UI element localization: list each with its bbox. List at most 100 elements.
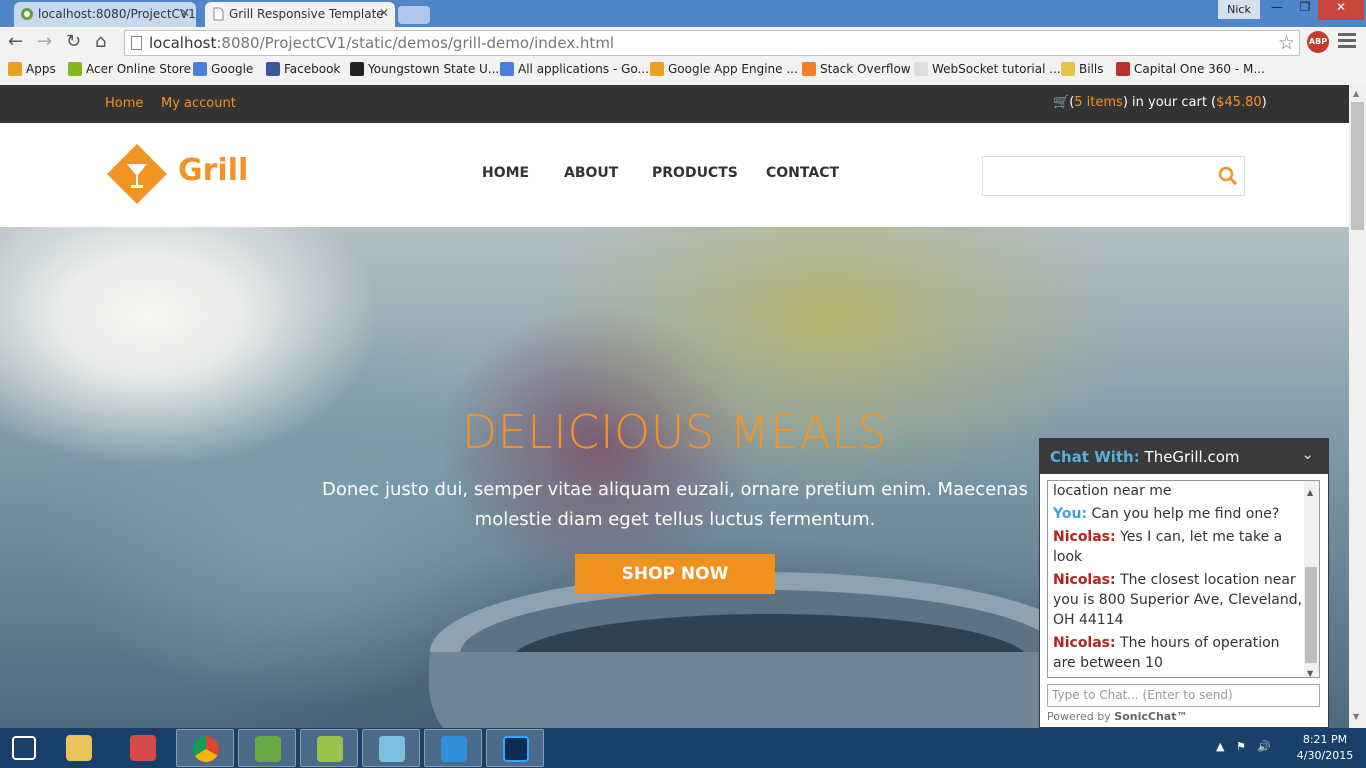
tab-grill-template[interactable]: Grill Responsive Template ✕ <box>205 2 395 27</box>
bookmark-item[interactable]: Facebook <box>266 62 340 76</box>
bookmark-item[interactable]: Google <box>193 62 253 76</box>
bookmark-item[interactable]: Stack Overflow <box>802 62 911 76</box>
search-icon[interactable] <box>1217 165 1239 187</box>
chat-log[interactable]: location near me You: Can you help me fin… <box>1047 480 1320 678</box>
cart-total: $45.80 <box>1216 95 1262 110</box>
tab-close-icon[interactable]: ✕ <box>379 6 389 20</box>
page-scrollbar[interactable]: ▲ ▼ <box>1349 85 1366 728</box>
notepad-icon[interactable] <box>300 729 358 767</box>
flag-icon[interactable]: ⚑ <box>1236 740 1246 753</box>
chat-label: Chat With: <box>1050 448 1140 466</box>
page-icon <box>131 36 142 50</box>
chat-message: You: Can you help me find one? <box>1053 504 1303 524</box>
clock-date: 4/30/2015 <box>1296 749 1354 762</box>
tab-close-icon[interactable]: ✕ <box>180 6 190 20</box>
bookmark-icon <box>193 62 207 76</box>
grill-logo-icon[interactable] <box>107 144 167 204</box>
powered-prefix: Powered by <box>1047 710 1115 723</box>
bookmark-item[interactable]: Capital One 360 - M... <box>1116 62 1265 76</box>
powered-by: Powered by SonicChat™ <box>1047 710 1187 723</box>
bookmark-icon <box>1116 62 1130 76</box>
scroll-up-icon[interactable]: ▲ <box>1353 89 1359 98</box>
address-bar[interactable]: localhost:8080/ProjectCV1/static/demos/g… <box>124 30 1300 56</box>
chat-site: TheGrill.com <box>1144 448 1240 466</box>
tab-label: localhost:8080/ProjectCV1 <box>38 7 196 21</box>
nav-about[interactable]: ABOUT <box>564 165 618 181</box>
bookmark-item[interactable]: Bills <box>1061 62 1104 76</box>
nav-contact[interactable]: CONTACT <box>766 165 839 181</box>
chat-header[interactable]: Chat With: TheGrill.com ⌄ <box>1040 439 1328 474</box>
clock[interactable]: 8:21 PM 4/30/2015 <box>1290 732 1360 764</box>
bookmark-icon <box>802 62 816 76</box>
scroll-down-icon[interactable]: ▼ <box>1307 664 1313 677</box>
menu-icon[interactable] <box>1338 33 1356 51</box>
file-explorer-icon[interactable] <box>50 729 108 767</box>
back-icon[interactable]: ← <box>8 31 23 52</box>
tab-strip: localhost:8080/ProjectCV1 ✕ Grill Respon… <box>0 0 1366 27</box>
page-icon <box>213 7 224 21</box>
bookmark-item[interactable]: Apps <box>8 62 56 76</box>
maximize-button[interactable]: ❐ <box>1290 0 1320 20</box>
reload-icon[interactable]: ↻ <box>66 31 81 52</box>
bookmark-item[interactable]: All applications - Go... <box>500 62 649 76</box>
bookmark-icon <box>914 62 928 76</box>
bookmark-item[interactable]: Acer Online Store <box>68 62 191 76</box>
bookmark-item[interactable]: Youngstown State U... <box>350 62 499 76</box>
profile-button[interactable]: Nick <box>1218 0 1260 19</box>
cart-items: 5 items <box>1074 95 1123 110</box>
nav-products[interactable]: PRODUCTS <box>652 165 738 181</box>
shop-now-button[interactable]: SHOP NOW <box>575 554 775 594</box>
cart-icon: 🛒 <box>1053 95 1070 110</box>
bookmark-item[interactable]: WebSocket tutorial ... <box>914 62 1061 76</box>
cart-summary[interactable]: 🛒(5 items) in your cart ($45.80) <box>1053 95 1267 110</box>
nav-home[interactable]: HOME <box>482 165 529 181</box>
bookmark-star-icon[interactable]: ☆ <box>1278 32 1295 54</box>
chevron-down-icon[interactable]: ⌄ <box>1301 445 1314 463</box>
forward-icon[interactable]: → <box>37 31 52 52</box>
taskbar: ▲ ⚑ 🔊 8:21 PM 4/30/2015 <box>0 728 1366 768</box>
app-favicon-icon <box>21 8 33 20</box>
bookmark-label: All applications - Go... <box>518 62 649 76</box>
scrollbar-thumb[interactable] <box>1351 102 1364 230</box>
topbar-home-link[interactable]: Home <box>105 96 143 111</box>
bookmark-item[interactable]: Google App Engine ... <box>650 62 798 76</box>
bookmark-label: Youngstown State U... <box>368 62 500 76</box>
cart-text-end: ) <box>1261 95 1267 110</box>
chat-scrollbar[interactable]: ▲ ▼ <box>1304 481 1319 677</box>
topbar-account-link[interactable]: My account <box>161 96 236 111</box>
ie-icon[interactable] <box>424 729 482 767</box>
tray-up-icon[interactable]: ▲ <box>1216 740 1224 753</box>
scroll-down-icon[interactable]: ▼ <box>1353 712 1359 721</box>
chrome-icon[interactable] <box>176 729 234 767</box>
powered-brand[interactable]: SonicChat™ <box>1114 710 1187 723</box>
volume-icon[interactable]: 🔊 <box>1257 740 1271 753</box>
system-tray[interactable]: ▲ ⚑ 🔊 <box>1216 740 1271 753</box>
snipping-icon[interactable] <box>114 729 172 767</box>
tab-projectcv1[interactable]: localhost:8080/ProjectCV1 ✕ <box>14 2 196 27</box>
close-window-button[interactable]: ✕ <box>1318 0 1364 20</box>
new-tab-button[interactable] <box>398 6 430 24</box>
chat-scroll-thumb[interactable] <box>1305 567 1317 663</box>
tab-label: Grill Responsive Template <box>229 7 384 21</box>
bookmark-icon <box>1061 62 1075 76</box>
browser-chrome: localhost:8080/ProjectCV1 ✕ Grill Respon… <box>0 0 1366 85</box>
adblock-icon[interactable]: ABP <box>1307 31 1329 53</box>
home-icon[interactable]: ⌂ <box>95 31 106 52</box>
bookmarks-bar: Apps Acer Online Store Google Facebook Young… <box>0 58 1366 85</box>
bookmark-icon <box>500 62 514 76</box>
url-host: localhost <box>149 34 217 52</box>
bookmark-icon <box>266 62 280 76</box>
url-path: :8080/ProjectCV1/static/demos/grill-demo… <box>216 34 615 52</box>
brand-name[interactable]: Grill <box>178 153 248 188</box>
cards-icon[interactable] <box>362 729 420 767</box>
bookmark-label: Stack Overflow <box>820 62 911 76</box>
chat-sender: Nicolas: <box>1053 529 1116 545</box>
minimize-button[interactable]: — <box>1262 0 1292 20</box>
chat-input[interactable]: Type to Chat... (Enter to send) <box>1047 684 1320 707</box>
photoshop-icon[interactable] <box>486 729 544 767</box>
search-input[interactable] <box>982 156 1245 196</box>
site-header: Grill HOME ABOUT PRODUCTS CONTACT <box>0 123 1349 227</box>
bookmark-label: Acer Online Store <box>86 62 191 76</box>
scroll-up-icon[interactable]: ▲ <box>1307 483 1313 503</box>
app-green-icon[interactable] <box>238 729 296 767</box>
